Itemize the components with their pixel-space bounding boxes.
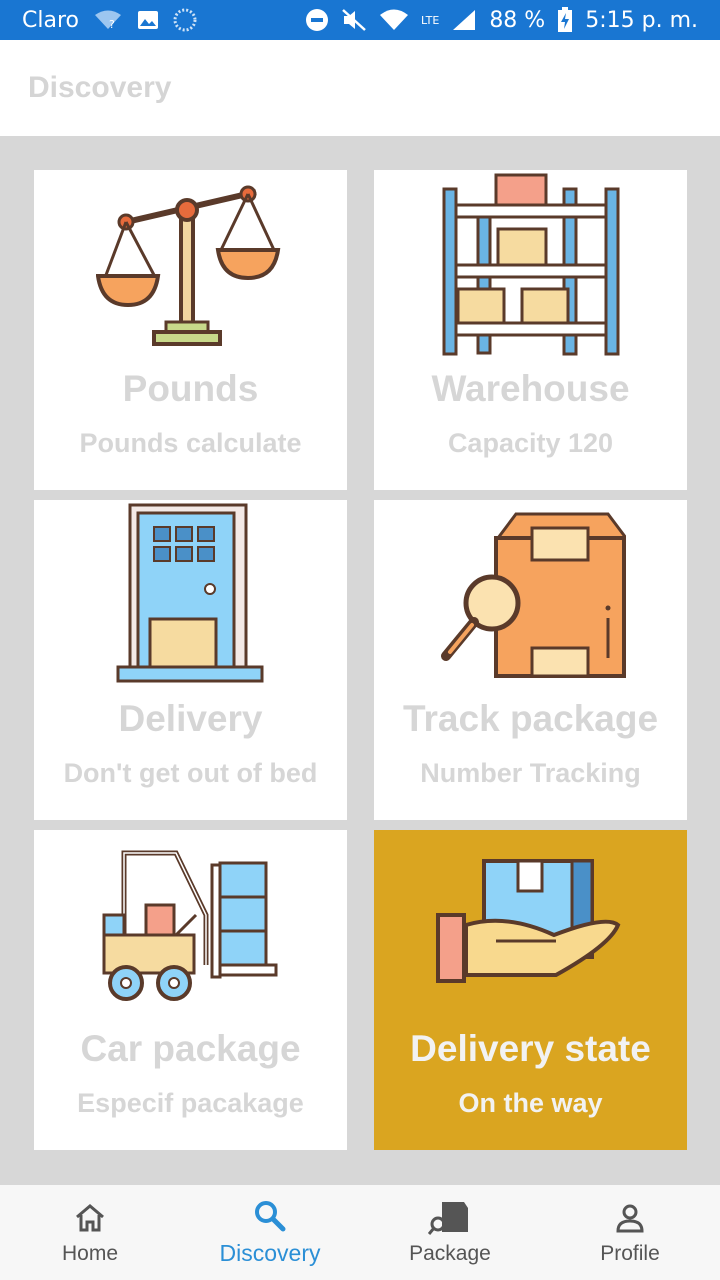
track-box-icon bbox=[374, 500, 687, 690]
battery-charging-icon bbox=[557, 7, 573, 33]
do-not-disturb-icon bbox=[305, 8, 329, 32]
card-title: Delivery state bbox=[410, 1028, 651, 1069]
status-bar: Claro ? LTE 88 % 5:15 p. m. bbox=[0, 0, 720, 40]
wifi-question-icon: ? bbox=[93, 9, 123, 31]
card-pounds[interactable]: Pounds Pounds calculate bbox=[34, 170, 347, 490]
bottom-nav: Home Discovery Package Profile bbox=[0, 1185, 720, 1280]
nav-home[interactable]: Home bbox=[0, 1185, 180, 1280]
card-title: Delivery bbox=[118, 698, 263, 739]
card-title: Track package bbox=[402, 698, 659, 739]
card-subtitle: Number Tracking bbox=[420, 758, 641, 788]
card-delivery-state[interactable]: Delivery state On the way bbox=[374, 830, 687, 1150]
card-subtitle: Don't get out of bed bbox=[63, 758, 318, 788]
card-subtitle: Capacity 120 bbox=[447, 428, 614, 458]
card-warehouse[interactable]: Warehouse Capacity 120 bbox=[374, 170, 687, 490]
svg-text:?: ? bbox=[109, 18, 115, 31]
forklift-icon bbox=[34, 830, 347, 1020]
nav-label: Profile bbox=[600, 1241, 660, 1265]
carrier-label: Claro bbox=[22, 7, 79, 33]
network-type: LTE bbox=[421, 14, 440, 27]
clock: 5:15 p. m. bbox=[585, 7, 698, 33]
app-bar: Discovery bbox=[0, 40, 720, 136]
sync-circle-icon bbox=[173, 8, 197, 32]
image-icon bbox=[137, 10, 159, 30]
package-icon bbox=[428, 1200, 472, 1236]
nav-label: Discovery bbox=[219, 1240, 321, 1266]
card-car-package[interactable]: Car package Especif pacakage bbox=[34, 830, 347, 1150]
search-icon bbox=[253, 1198, 287, 1234]
home-icon bbox=[74, 1200, 106, 1236]
nav-discovery[interactable]: Discovery bbox=[180, 1185, 360, 1280]
card-subtitle: On the way bbox=[458, 1088, 603, 1118]
battery-percent: 88 % bbox=[489, 7, 546, 33]
nav-label: Home bbox=[61, 1241, 119, 1265]
nav-label: Package bbox=[409, 1241, 491, 1265]
card-track-package[interactable]: Track package Number Tracking bbox=[374, 500, 687, 820]
door-delivery-icon bbox=[34, 500, 347, 690]
card-title: Pounds bbox=[122, 368, 259, 409]
card-delivery[interactable]: Delivery Don't get out of bed bbox=[34, 500, 347, 820]
card-title: Warehouse bbox=[431, 368, 630, 409]
nav-package[interactable]: Package bbox=[360, 1185, 540, 1280]
card-subtitle: Pounds calculate bbox=[79, 428, 302, 458]
nav-profile[interactable]: Profile bbox=[540, 1185, 720, 1280]
warehouse-shelf-icon bbox=[374, 170, 687, 360]
wifi-icon bbox=[379, 8, 409, 32]
mute-icon bbox=[341, 8, 367, 32]
card-title: Car package bbox=[80, 1028, 301, 1069]
page-title: Discovery bbox=[28, 71, 172, 104]
card-subtitle: Especif pacakage bbox=[77, 1088, 304, 1118]
signal-icon bbox=[451, 8, 477, 32]
scale-icon bbox=[34, 170, 347, 360]
person-icon bbox=[614, 1200, 646, 1236]
hand-box-icon bbox=[374, 830, 687, 1020]
